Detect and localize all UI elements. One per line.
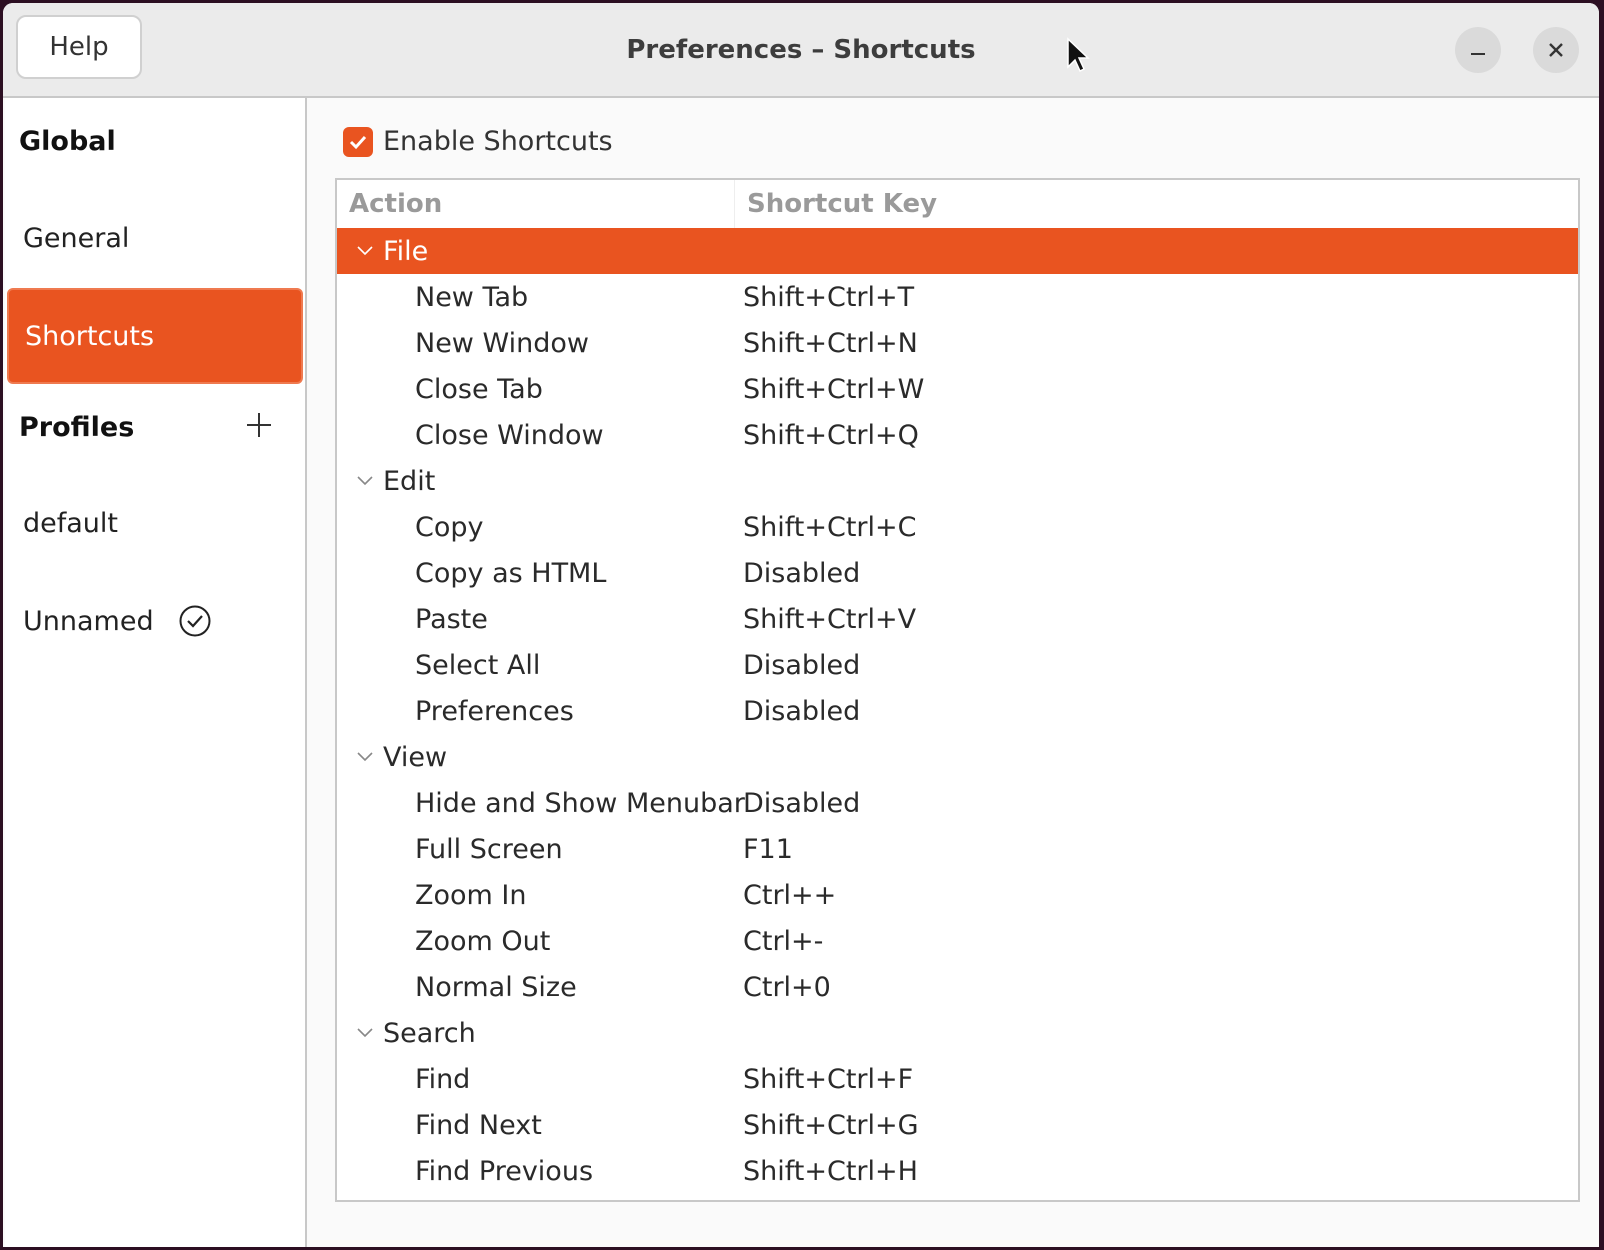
plus-icon (247, 413, 271, 437)
sidebar-item-profile-default[interactable]: default (7, 475, 303, 571)
shortcut-key-value[interactable]: Ctrl++ (741, 880, 836, 911)
action-label: Zoom In (415, 879, 527, 911)
tree-group-row[interactable]: Search (337, 1010, 1578, 1056)
minimize-icon (1471, 53, 1485, 55)
column-header-shortcut-key[interactable]: Shortcut Key (735, 180, 937, 228)
shortcuts-panel: Enable Shortcuts Action Shortcut Key Fil… (307, 98, 1599, 1247)
shortcut-row[interactable]: Zoom In Ctrl++ (337, 872, 1578, 918)
shortcut-row[interactable]: Find Shift+Ctrl+F (337, 1056, 1578, 1102)
shortcut-row[interactable]: Normal Size Ctrl+0 (337, 964, 1578, 1010)
shortcut-row[interactable]: Select All Disabled (337, 642, 1578, 688)
shortcut-row[interactable]: Copy Shift+Ctrl+C (337, 504, 1578, 550)
preferences-window: Help Preferences – Shortcuts Global Gene… (3, 3, 1599, 1247)
shortcut-row[interactable]: Copy as HTML Disabled (337, 550, 1578, 596)
action-label: Normal Size (415, 971, 577, 1003)
window-title: Preferences – Shortcuts (626, 34, 976, 65)
group-label: Search (383, 1017, 476, 1049)
sidebar-item-label: Unnamed (23, 605, 154, 637)
shortcuts-tree[interactable]: Action Shortcut Key File New Tab Shift+Ctr… (335, 178, 1580, 1202)
group-label: Edit (383, 465, 436, 497)
title-bar[interactable]: Help Preferences – Shortcuts (3, 3, 1599, 98)
tree-header: Action Shortcut Key (337, 180, 1578, 228)
sidebar: Global General Shortcuts Profiles defaul… (5, 98, 307, 1247)
shortcut-key-value[interactable]: Disabled (741, 558, 860, 589)
minimize-button[interactable] (1455, 27, 1501, 73)
shortcut-row[interactable]: New Tab Shift+Ctrl+T (337, 274, 1578, 320)
sidebar-item-label: default (23, 507, 119, 539)
shortcut-row[interactable]: Zoom Out Ctrl+- (337, 918, 1578, 964)
tree-group-row[interactable]: Edit (337, 458, 1578, 504)
shortcut-row[interactable]: Find Previous Shift+Ctrl+H (337, 1148, 1578, 1194)
shortcut-key-value[interactable]: Shift+Ctrl+G (741, 1110, 919, 1141)
sidebar-item-label: Shortcuts (25, 320, 155, 352)
action-label: Full Screen (415, 833, 563, 865)
action-label: Copy as HTML (415, 557, 607, 589)
default-profile-check-icon (179, 605, 211, 637)
sidebar-item-profile-unnamed[interactable]: Unnamed (7, 573, 303, 669)
shortcut-key-value[interactable]: Shift+Ctrl+H (741, 1156, 918, 1187)
shortcut-row[interactable]: Close Tab Shift+Ctrl+W (337, 366, 1578, 412)
action-label: New Tab (415, 281, 529, 313)
group-label: View (383, 741, 448, 773)
action-label: Find (415, 1063, 471, 1095)
shortcut-key-value[interactable]: Shift+Ctrl+C (741, 512, 917, 543)
check-icon (349, 135, 367, 149)
shortcut-row[interactable]: Close Window Shift+Ctrl+Q (337, 412, 1578, 458)
shortcut-key-value[interactable]: Disabled (741, 650, 860, 681)
expander-chevron-down-icon[interactable] (337, 245, 383, 257)
group-label: File (383, 235, 429, 267)
close-icon (1549, 43, 1563, 57)
expander-chevron-down-icon[interactable] (337, 475, 383, 487)
action-label: Close Window (415, 419, 604, 451)
expander-chevron-down-icon[interactable] (337, 751, 383, 763)
shortcut-key-value[interactable]: Shift+Ctrl+F (741, 1064, 913, 1095)
help-button[interactable]: Help (16, 15, 142, 79)
shortcut-row[interactable]: New Window Shift+Ctrl+N (337, 320, 1578, 366)
action-label: Paste (415, 603, 488, 635)
shortcut-row[interactable]: Clear HighlightShift+Ctrl+J (337, 1194, 1578, 1203)
sidebar-item-general[interactable]: General (7, 190, 303, 286)
action-label: Find Next (415, 1109, 542, 1141)
global-heading: Global (19, 126, 116, 157)
shortcut-key-value[interactable]: Shift+Ctrl+J (741, 1202, 906, 1203)
enable-shortcuts-checkbox[interactable]: Enable Shortcuts (343, 126, 613, 157)
shortcut-key-value[interactable]: Shift+Ctrl+W (741, 374, 924, 405)
add-profile-button[interactable] (243, 411, 275, 443)
shortcut-key-value[interactable]: Ctrl+0 (741, 972, 831, 1003)
expander-chevron-down-icon[interactable] (337, 1027, 383, 1039)
action-label: Hide and Show Menubar (415, 787, 745, 819)
tree-group-row[interactable]: View (337, 734, 1578, 780)
shortcut-key-value[interactable]: Shift+Ctrl+N (741, 328, 918, 359)
column-header-action[interactable]: Action (337, 180, 735, 228)
shortcut-row[interactable]: Find Next Shift+Ctrl+G (337, 1102, 1578, 1148)
tree-body: File New Tab Shift+Ctrl+T New Window Shift+C… (337, 228, 1578, 1203)
mouse-cursor-icon (1067, 37, 1090, 73)
shortcut-key-value[interactable]: Shift+Ctrl+T (741, 282, 914, 313)
action-label: New Window (415, 327, 589, 359)
checkbox-checked[interactable] (343, 126, 373, 157)
shortcut-key-value[interactable]: Shift+Ctrl+Q (741, 420, 919, 451)
action-label: Zoom Out (415, 925, 551, 957)
shortcut-row[interactable]: Preferences Disabled (337, 688, 1578, 734)
sidebar-item-label: General (23, 222, 130, 254)
action-label: Preferences (415, 695, 574, 727)
close-button[interactable] (1533, 27, 1579, 73)
action-label: Copy (415, 511, 484, 543)
shortcut-row[interactable]: Paste Shift+Ctrl+V (337, 596, 1578, 642)
profiles-heading: Profiles (19, 412, 135, 443)
action-label: Clear Highlight (337, 1202, 741, 1203)
shortcut-key-value[interactable]: Ctrl+- (741, 926, 823, 957)
action-label: Select All (415, 649, 541, 681)
shortcut-key-value[interactable]: F11 (741, 834, 793, 865)
enable-shortcuts-label: Enable Shortcuts (383, 126, 613, 157)
action-label: Close Tab (415, 373, 543, 405)
tree-group-row[interactable]: File (337, 228, 1578, 274)
shortcut-row[interactable]: Hide and Show Menubar Disabled (337, 780, 1578, 826)
action-label: Find Previous (415, 1155, 594, 1187)
shortcut-row[interactable]: Full Screen F11 (337, 826, 1578, 872)
shortcut-key-value[interactable]: Disabled (741, 788, 860, 819)
shortcut-key-value[interactable]: Disabled (741, 696, 860, 727)
sidebar-item-shortcuts[interactable]: Shortcuts (7, 288, 303, 384)
shortcut-key-value[interactable]: Shift+Ctrl+V (741, 604, 916, 635)
